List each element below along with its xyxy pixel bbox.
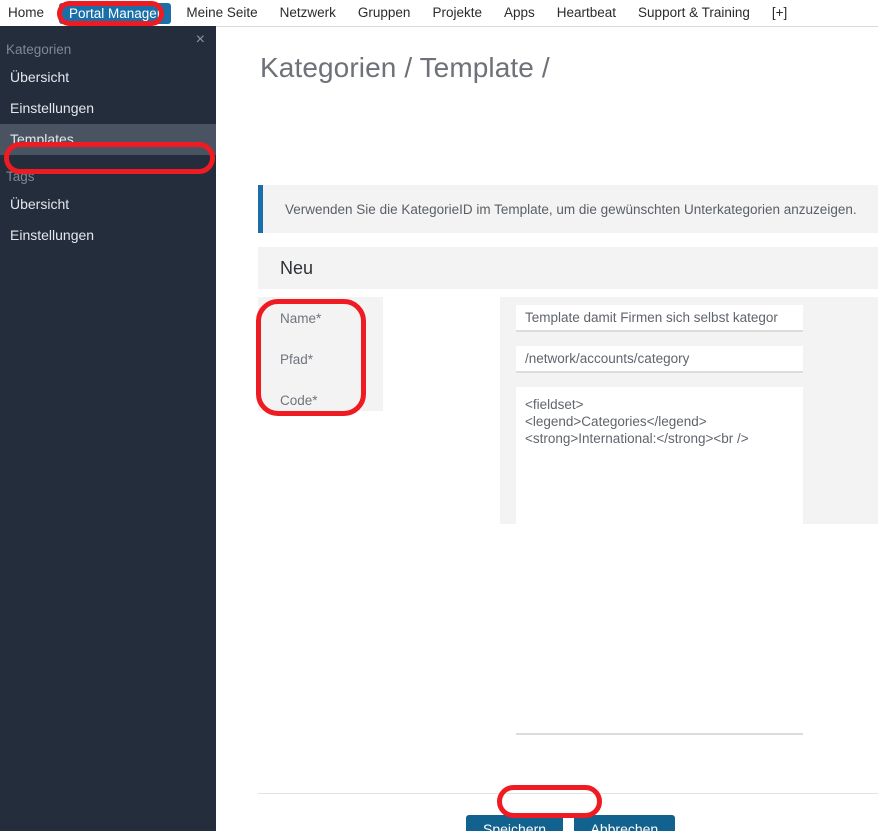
label-code: Code* — [280, 393, 318, 408]
cancel-button[interactable]: Abbrechen — [573, 815, 676, 831]
nav-item-home[interactable]: Home — [0, 0, 55, 26]
save-button[interactable]: Speichern — [466, 815, 564, 831]
nav-item-gruppen[interactable]: Gruppen — [347, 0, 422, 26]
form-action-bar: Speichern Abbrechen — [466, 815, 681, 831]
nav-item-add-more[interactable]: [+] — [761, 0, 798, 26]
sidebar-group-kategorien: Kategorien — [6, 42, 72, 57]
sidebar-item-kategorien-einstellungen[interactable]: Einstellungen — [0, 93, 216, 124]
sidebar-item-templates[interactable]: Templates — [0, 124, 216, 155]
nav-item-netzwerk[interactable]: Netzwerk — [269, 0, 347, 26]
label-name: Name* — [280, 311, 322, 326]
sidebar-item-tags-einstellungen[interactable]: Einstellungen — [0, 220, 216, 251]
sidebar-group-tags: Tags — [6, 169, 35, 184]
info-banner-text: Verwenden Sie die KategorieID im Templat… — [285, 201, 857, 217]
nav-item-meine-seite[interactable]: Meine Seite — [175, 0, 268, 26]
form-fields-column — [500, 297, 878, 735]
top-navigation: Home Portal Manager Meine Seite Netzwerk… — [0, 0, 878, 27]
code-textarea[interactable] — [516, 387, 803, 735]
app-root: Home Portal Manager Meine Seite Netzwerk… — [0, 0, 878, 831]
info-banner: Verwenden Sie die KategorieID im Templat… — [258, 185, 878, 233]
sidebar-item-tags-uebersicht[interactable]: Übersicht — [0, 189, 216, 220]
sidebar: × Kategorien Übersicht Einstellungen Tem… — [0, 28, 216, 831]
close-icon[interactable]: × — [196, 32, 205, 48]
main-content: Kategorien / Template / Verwenden Sie di… — [216, 28, 878, 831]
nav-item-apps[interactable]: Apps — [493, 0, 546, 26]
nav-item-portal-manager[interactable]: Portal Manager — [59, 2, 172, 24]
page-title: Kategorien / Template / — [260, 52, 550, 83]
name-input[interactable] — [516, 305, 803, 332]
form-labels-column: Name* Pfad* Code* — [258, 297, 383, 411]
panel-title: Neu — [280, 257, 314, 278]
panel-header: Neu — [258, 247, 878, 289]
nav-item-heartbeat[interactable]: Heartbeat — [546, 0, 627, 26]
nav-item-support-training[interactable]: Support & Training — [627, 0, 761, 26]
sidebar-item-kategorien-uebersicht[interactable]: Übersicht — [0, 62, 216, 93]
pfad-input[interactable] — [516, 346, 803, 373]
form-divider — [258, 793, 878, 794]
label-pfad: Pfad* — [280, 352, 314, 367]
nav-item-projekte[interactable]: Projekte — [421, 0, 493, 26]
